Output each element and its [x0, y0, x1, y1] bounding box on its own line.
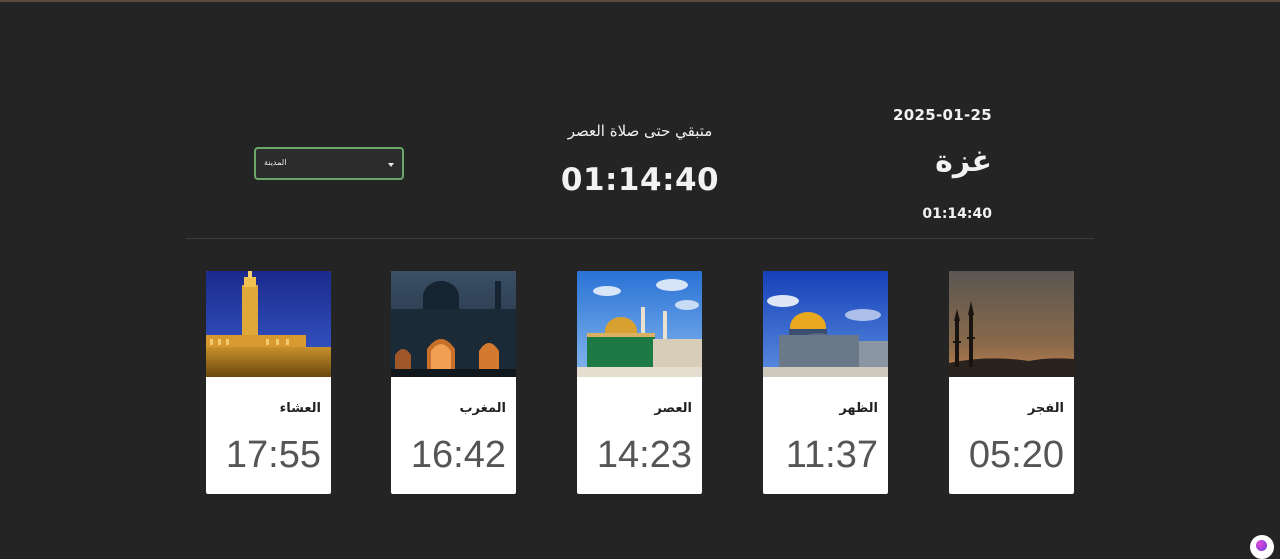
- prayer-time: 16:42: [410, 434, 506, 476]
- dome-of-rock-day-image: [763, 271, 888, 377]
- prayer-card-maghrib: المغرب 16:42: [391, 271, 516, 494]
- city-name: غزة: [935, 144, 992, 179]
- chevron-down-icon: [388, 163, 394, 167]
- current-date: 2025-01-25: [893, 106, 992, 124]
- prayer-name: العصر: [654, 401, 692, 416]
- prayer-name: العشاء: [279, 401, 321, 416]
- prayer-cards: العشاء 17:55 المغرب 16:42 العصر 14:23 ال…: [206, 271, 1074, 494]
- countdown-timer: 01:14:40: [560, 162, 720, 198]
- mosque-minaret-night-image: [206, 271, 331, 377]
- prayer-name: الظهر: [839, 401, 878, 416]
- assistant-dot-icon: [1256, 540, 1267, 551]
- city-select-value: المدينة: [264, 158, 287, 167]
- minarets-dawn-image: [949, 271, 1074, 377]
- prayer-card-isha: العشاء 17:55: [206, 271, 331, 494]
- prayer-time: 14:23: [596, 434, 692, 476]
- top-border: [0, 0, 1280, 2]
- prayer-card-asr: العصر 14:23: [577, 271, 702, 494]
- prayer-card-dhuhr: الظهر 11:37: [763, 271, 888, 494]
- prayer-name: الفجر: [1027, 401, 1064, 416]
- prayer-name: المغرب: [459, 401, 506, 416]
- assistant-icon[interactable]: [1250, 535, 1274, 559]
- mosque-arches-dusk-image: [391, 271, 516, 377]
- prayer-time: 11:37: [785, 434, 878, 476]
- prayer-time: 05:20: [968, 434, 1064, 476]
- divider: [186, 238, 1094, 239]
- city-select[interactable]: المدينة: [254, 147, 404, 180]
- mosque-green-dome-image: [577, 271, 702, 377]
- prayer-time: 17:55: [225, 434, 321, 476]
- prayer-card-fajr: الفجر 05:20: [949, 271, 1074, 494]
- countdown-label: متبقي حتى صلاة العصر: [567, 122, 713, 140]
- current-time: 01:14:40: [922, 206, 992, 222]
